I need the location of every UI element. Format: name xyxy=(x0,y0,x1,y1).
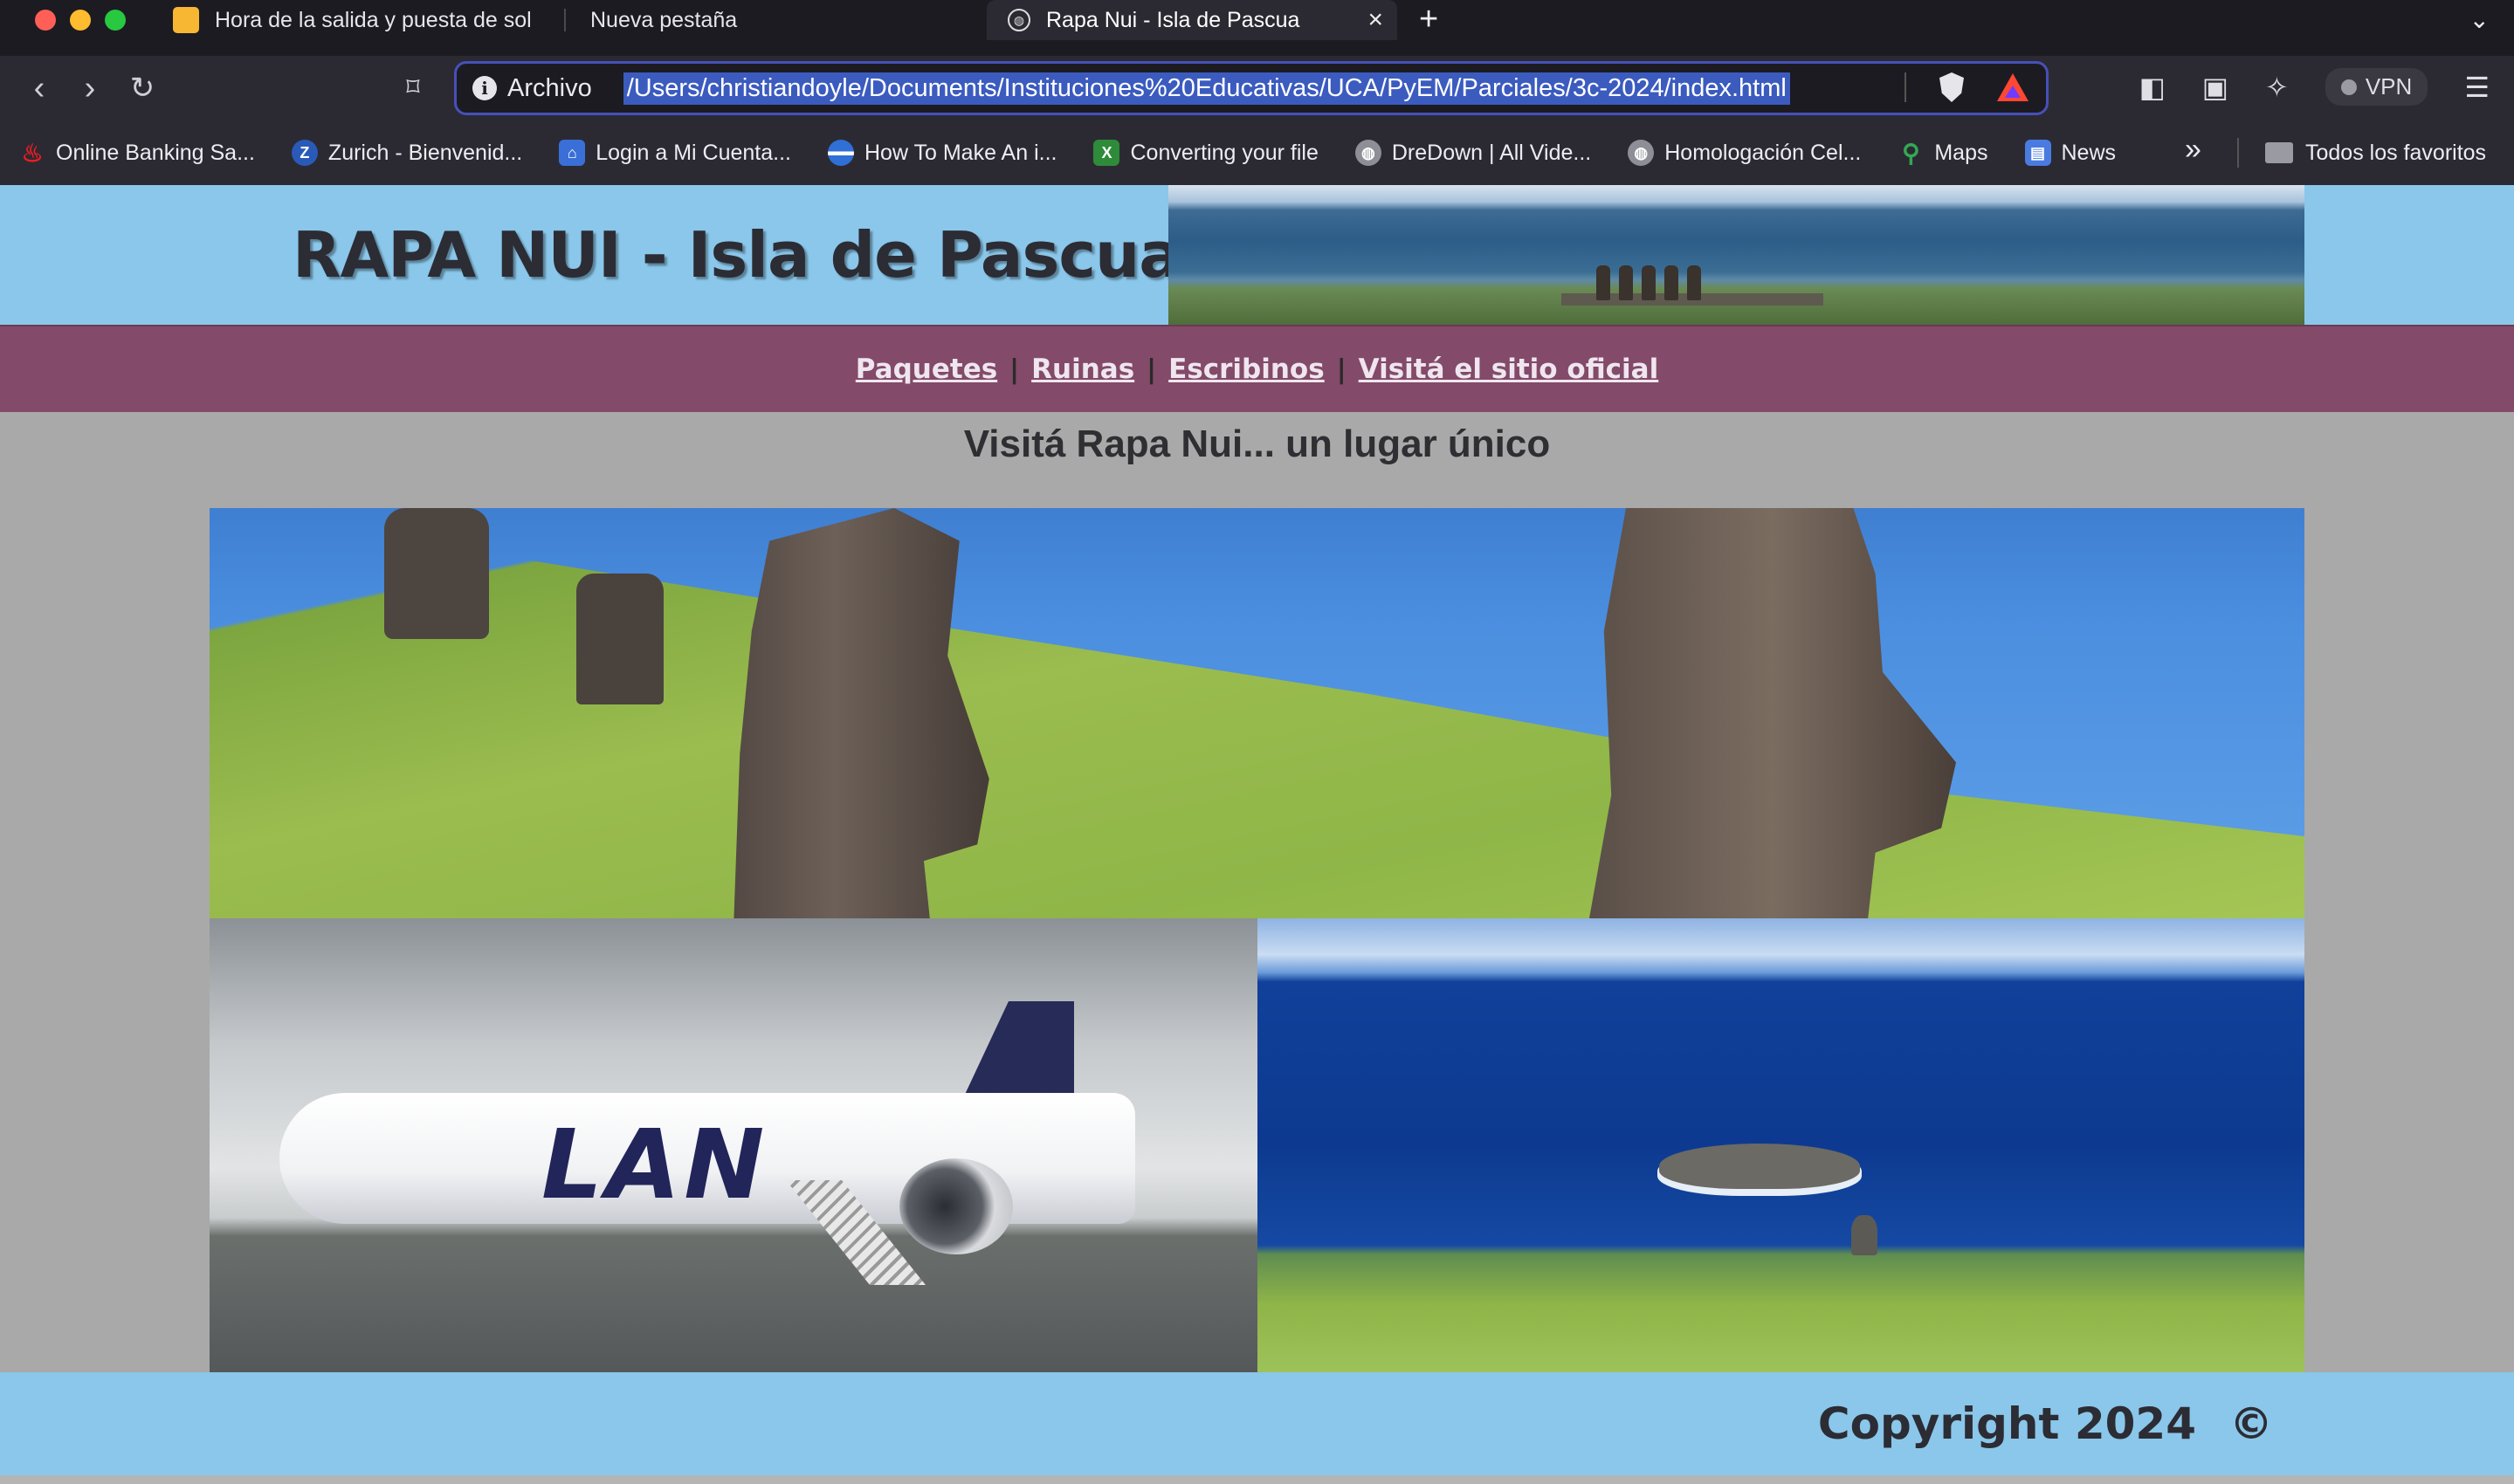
url-input[interactable]: /Users/christiandoyle/Documents/Instituc… xyxy=(623,72,1790,105)
news-icon: ▤ xyxy=(2024,140,2051,166)
nav-link-paquetes[interactable]: Paquetes xyxy=(856,354,997,385)
url-scheme-label: Archivo xyxy=(507,73,592,102)
url-divider xyxy=(1904,72,1906,102)
santander-flame-icon: ♨ xyxy=(21,139,44,167)
plane-engine xyxy=(899,1158,1013,1254)
address-bar[interactable]: i Archivo /Users/christiandoyle/Document… xyxy=(454,61,2049,115)
moai-row xyxy=(1596,265,1701,300)
new-tab-button[interactable]: + xyxy=(1419,0,1438,40)
ocean-islet-photo xyxy=(1257,918,2304,1372)
bookmark-icon[interactable]: ⌑ xyxy=(393,68,433,108)
tab-new-tab[interactable]: Nueva pestaña xyxy=(590,0,905,40)
bookmark-item[interactable]: X Converting your file xyxy=(1093,140,1319,166)
tab-title: Hora de la salida y puesta de sol xyxy=(215,7,532,32)
globe-favicon-icon: ◍ xyxy=(1008,9,1030,31)
tab-divider xyxy=(564,9,566,31)
copyright-icon: © xyxy=(2229,1398,2273,1449)
site-nav: Paquetes | Ruinas | Escribinos | Visitá … xyxy=(0,325,2514,412)
rock-spire xyxy=(1851,1215,1877,1255)
site-title: RAPA NUI - Isla de Pascua xyxy=(293,218,1181,292)
bookmark-item[interactable]: ⌂ Login a Mi Cuenta... xyxy=(559,140,791,166)
back-button[interactable]: ‹ xyxy=(19,68,59,108)
web-page: RAPA NUI - Isla de Pascua Paquetes | Rui… xyxy=(0,185,2514,1484)
bookmark-label: DreDown | All Vide... xyxy=(1391,140,1592,165)
moai-photo xyxy=(210,508,2304,918)
excel-icon: X xyxy=(1093,140,1120,166)
moai-statue xyxy=(576,574,664,704)
menu-icon[interactable]: ☰ xyxy=(2464,71,2490,104)
all-bookmarks-label: Todos los favoritos xyxy=(2305,140,2487,165)
forward-button[interactable]: › xyxy=(70,68,110,108)
vpn-status-icon xyxy=(2340,79,2357,95)
brave-shield-icon[interactable] xyxy=(1939,72,1964,102)
bookmarks-bar: ♨ Online Banking Sa... Z Zurich - Bienve… xyxy=(0,120,2514,185)
wallet-icon[interactable]: ▣ xyxy=(2202,71,2228,104)
bookmark-item[interactable]: Z Zurich - Bienvenid... xyxy=(291,140,523,166)
sidebar-icon[interactable]: ◧ xyxy=(2139,71,2166,104)
window-close-button[interactable] xyxy=(35,10,56,31)
copyright-label: Copyright 2024 xyxy=(1817,1398,2196,1449)
vpn-button[interactable]: VPN xyxy=(2325,68,2428,106)
bookmark-label: Online Banking Sa... xyxy=(56,140,255,165)
bookmark-label: Maps xyxy=(1934,140,1988,165)
page-bottom-strip xyxy=(0,1475,2514,1484)
chevron-down-icon[interactable]: ⌄ xyxy=(2469,0,2490,40)
nav-link-ruinas[interactable]: Ruinas xyxy=(1031,354,1134,385)
tab-title: Nueva pestaña xyxy=(590,7,738,32)
nav-separator: | xyxy=(1336,354,1347,385)
bookmark-label: Converting your file xyxy=(1130,140,1319,165)
header-banner-image xyxy=(1168,185,2304,325)
tab-title: Rapa Nui - Isla de Pascua xyxy=(1046,7,1300,32)
page-heading: Visitá Rapa Nui... un lugar único xyxy=(963,423,1551,465)
nav-separator: | xyxy=(1147,354,1157,385)
sun-favicon-icon xyxy=(173,7,199,33)
tab-strip: Hora de la salida y puesta de sol Nueva … xyxy=(0,0,2514,40)
info-icon[interactable]: i xyxy=(472,76,497,100)
leo-ai-icon[interactable]: ✧ xyxy=(2265,71,2289,104)
brave-rewards-icon[interactable] xyxy=(1997,73,2028,101)
islet xyxy=(1659,1144,1860,1189)
reload-button[interactable]: ↻ xyxy=(122,68,162,108)
bookmark-label: Homologación Cel... xyxy=(1664,140,1862,165)
copyright-text: Copyright 2024 © xyxy=(1818,1398,2273,1449)
bookmark-item[interactable]: ▤ News xyxy=(2024,140,2117,166)
moai-statue xyxy=(384,508,489,639)
bookmarks-divider xyxy=(2237,138,2239,168)
bookmark-item[interactable]: How To Make An i... xyxy=(828,140,1057,166)
airline-logo: LAN xyxy=(541,1109,768,1220)
tab-rapa-nui[interactable]: ◍ Rapa Nui - Isla de Pascua × xyxy=(987,0,1397,40)
airplane-photo: LAN xyxy=(210,918,1257,1372)
maps-pin-icon: ⚲ xyxy=(1902,139,1920,167)
nav-separator: | xyxy=(1009,354,1020,385)
globe-icon: ◍ xyxy=(1354,140,1381,166)
window-zoom-button[interactable] xyxy=(105,10,126,31)
bookmark-label: Login a Mi Cuenta... xyxy=(596,140,791,165)
bookmark-item[interactable]: ◍ Homologación Cel... xyxy=(1628,140,1861,166)
bookmark-item[interactable]: ♨ Online Banking Sa... xyxy=(19,139,255,167)
bookmark-label: News xyxy=(2061,140,2117,165)
all-bookmarks-button[interactable]: Todos los favoritos xyxy=(2265,120,2486,185)
folder-icon xyxy=(2265,142,2293,163)
more-bookmarks-icon[interactable]: » xyxy=(2185,133,2201,167)
close-icon[interactable]: × xyxy=(1367,5,1383,35)
window-minimize-button[interactable] xyxy=(70,10,91,31)
site-footer: Copyright 2024 © xyxy=(0,1372,2514,1475)
bookmark-item[interactable]: ◍ DreDown | All Vide... xyxy=(1354,140,1592,166)
globe-icon: ◍ xyxy=(1628,140,1655,166)
tab-sunrise-sunset[interactable]: Hora de la salida y puesta de sol xyxy=(173,0,548,40)
browser-toolbar: ‹ › ↻ ⌑ i Archivo /Users/christiandoyle/… xyxy=(0,56,2514,120)
bank-icon: ⌂ xyxy=(559,140,586,166)
globe-stripe-icon xyxy=(828,140,854,166)
grass-hill xyxy=(210,508,2304,918)
bookmark-label: How To Make An i... xyxy=(864,140,1057,165)
zurich-icon: Z xyxy=(291,140,318,166)
bookmark-label: Zurich - Bienvenid... xyxy=(327,140,523,165)
nav-link-sitio-oficial[interactable]: Visitá el sitio oficial xyxy=(1359,354,1659,385)
bookmark-item[interactable]: ⚲ Maps xyxy=(1898,139,1988,167)
site-header: RAPA NUI - Isla de Pascua xyxy=(0,185,2514,325)
nav-link-escribinos[interactable]: Escribinos xyxy=(1168,354,1325,385)
vpn-label: VPN xyxy=(2365,73,2413,100)
